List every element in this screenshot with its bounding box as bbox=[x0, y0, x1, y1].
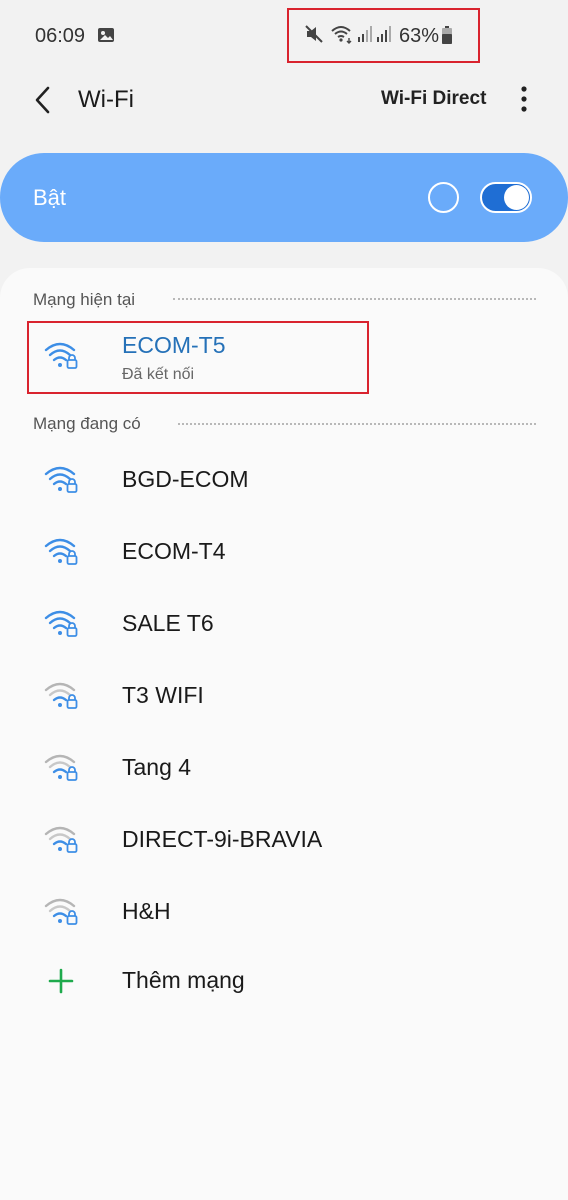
network-list-item[interactable]: DIRECT-9i-BRAVIA bbox=[0, 804, 568, 876]
network-name: SALE T6 bbox=[122, 610, 214, 636]
clock: 06:09 bbox=[35, 25, 86, 47]
add-network-label: Thêm mạng bbox=[122, 967, 245, 993]
network-name: T3 WIFI bbox=[122, 682, 204, 708]
wifi-switch[interactable] bbox=[480, 182, 532, 213]
signal-sim1-icon bbox=[358, 26, 372, 42]
network-name: H&H bbox=[122, 898, 171, 924]
signal-sim2-icon bbox=[377, 26, 391, 42]
wifi-lock-icon bbox=[44, 682, 78, 709]
network-name: ECOM-T4 bbox=[122, 538, 226, 564]
wifi-lock-icon bbox=[44, 754, 78, 781]
wifi-direct-button[interactable]: Wi-Fi Direct bbox=[381, 88, 486, 110]
current-network-name: ECOM-T5 bbox=[122, 332, 226, 358]
more-options-icon[interactable] bbox=[512, 82, 536, 116]
current-network-status: Đã kết nối bbox=[122, 366, 195, 383]
wifi-status-icon bbox=[331, 26, 352, 44]
battery-icon bbox=[442, 26, 452, 44]
switch-knob bbox=[504, 185, 529, 210]
plus-icon bbox=[48, 968, 74, 994]
wifi-lock-icon bbox=[44, 898, 78, 925]
image-notification-icon bbox=[98, 28, 114, 42]
network-list-item[interactable]: T3 WIFI bbox=[0, 660, 568, 732]
wifi-lock-icon bbox=[44, 826, 78, 853]
status-bar: 06:09 63% bbox=[0, 0, 568, 72]
network-name: DIRECT-9i-BRAVIA bbox=[122, 826, 323, 852]
back-button[interactable] bbox=[28, 84, 60, 116]
network-list-item[interactable]: ECOM-T4 bbox=[0, 516, 568, 588]
add-network-item[interactable]: Thêm mạng bbox=[0, 946, 568, 1018]
wifi-toggle-card[interactable]: Bật bbox=[0, 153, 568, 242]
network-name: Tang 4 bbox=[122, 754, 192, 780]
wifi-lock-icon bbox=[44, 466, 78, 493]
network-list-item[interactable]: BGD-ECOM bbox=[0, 444, 568, 516]
app-header: Wi-Fi Wi-Fi Direct bbox=[0, 72, 568, 132]
network-list-item[interactable]: SALE T6 bbox=[0, 588, 568, 660]
wifi-lock-icon bbox=[44, 538, 78, 565]
network-name: BGD-ECOM bbox=[122, 466, 249, 492]
battery-percentage: 63% bbox=[399, 25, 440, 47]
network-list-item[interactable]: H&H bbox=[0, 876, 568, 948]
current-network-heading: Mạng hiện tại bbox=[33, 290, 136, 309]
page-title: Wi-Fi bbox=[78, 86, 134, 113]
section-divider bbox=[178, 423, 536, 425]
current-network-item[interactable]: ECOM-T5 Đã kết nối bbox=[0, 322, 568, 394]
wifi-lock-icon bbox=[44, 342, 78, 369]
network-list-item[interactable]: Tang 4 bbox=[0, 732, 568, 804]
wifi-lock-icon bbox=[44, 610, 78, 637]
available-networks-heading: Mạng đang có bbox=[33, 414, 141, 433]
status-circle-indicator bbox=[428, 182, 459, 213]
mute-icon bbox=[305, 25, 323, 43]
toggle-state-label: Bật bbox=[33, 185, 67, 210]
section-divider bbox=[173, 298, 536, 300]
